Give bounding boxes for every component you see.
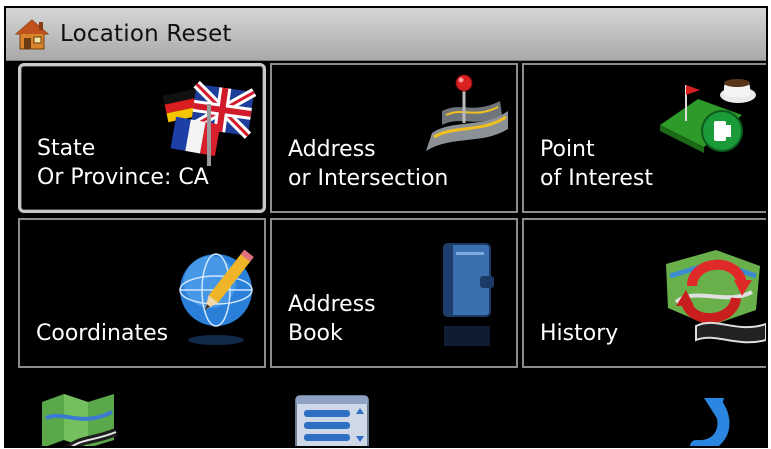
point-of-interest-label: Point of Interest [540,137,653,191]
location-reset-screen: Location Reset State Or Province: CA Add… [4,6,768,448]
coordinates-label: Coordinates [36,321,169,346]
title-bar: Location Reset [6,8,766,61]
address-intersection-button[interactable]: Address or Intersection [270,63,518,213]
history-arrows-icon [666,250,766,344]
state-province-label: State Or Province: CA [37,136,209,190]
address-intersection-label: Address or Intersection [288,137,449,191]
map-icon[interactable] [36,388,120,448]
globe-pencil-icon [179,249,254,345]
poi-golf-fuel-icon [660,79,756,153]
address-book-label: Address Book [288,292,376,346]
history-label: History [540,321,619,346]
address-book-icon [443,243,494,346]
history-button[interactable]: History [522,218,766,368]
page-title: Location Reset [60,21,232,47]
house-icon [14,19,50,50]
back-arrow-icon[interactable] [678,396,738,448]
bottom-toolbar [6,370,766,448]
point-of-interest-button[interactable]: Point of Interest [522,63,766,213]
option-grid: State Or Province: CA Address or Interse… [18,63,766,368]
list-menu-icon[interactable] [292,392,372,448]
state-province-button[interactable]: State Or Province: CA [18,63,266,213]
address-book-button[interactable]: Address Book [270,218,518,368]
coordinates-button[interactable]: Coordinates [18,218,266,368]
